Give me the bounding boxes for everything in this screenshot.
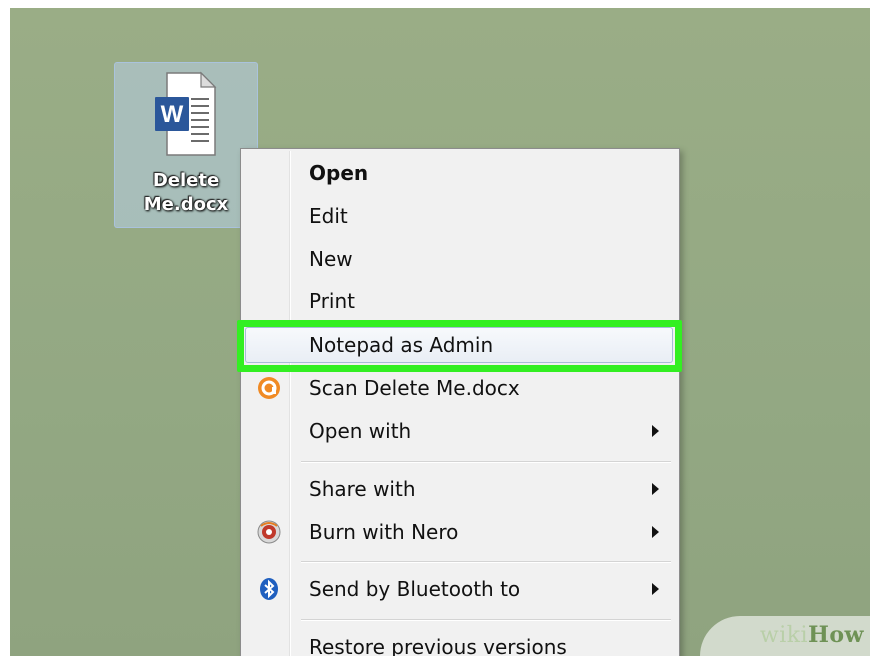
menu-item-edit[interactable]: Edit (243, 196, 677, 236)
menu-separator (301, 619, 671, 621)
menu-item-label: Send by Bluetooth to (309, 577, 521, 601)
menu-item-label: Scan Delete Me.docx (309, 376, 520, 400)
file-name-line-2: Me.docx (143, 194, 229, 215)
menu-item-label: Burn with Nero (309, 520, 459, 544)
wikihow-watermark: wikiHow (700, 616, 870, 656)
menu-item-share-with[interactable]: Share with (243, 469, 677, 509)
watermark-part-how: How (808, 622, 864, 648)
bluetooth-icon (260, 578, 278, 600)
file-name-line-1: Delete (152, 170, 220, 191)
menu-item-scan[interactable]: Scan Delete Me.docx (243, 368, 677, 408)
menu-item-print[interactable]: Print (243, 281, 677, 321)
file-name-label: Delete Me.docx (115, 169, 257, 217)
submenu-arrow-icon (652, 483, 659, 495)
submenu-arrow-icon (652, 583, 659, 595)
menu-item-restore-previous-versions[interactable]: Restore previous versions (243, 627, 677, 656)
menu-item-label: Open with (309, 419, 412, 443)
menu-item-send-by-bluetooth[interactable]: Send by Bluetooth to (243, 569, 677, 609)
menu-item-open-with[interactable]: Open with (243, 411, 677, 451)
menu-item-burn-with-nero[interactable]: Burn with Nero (243, 512, 677, 552)
desktop[interactable]: W Delete Me.docx Open Edit New Print Not… (10, 8, 870, 656)
avast-icon (258, 377, 280, 399)
menu-separator (301, 561, 671, 563)
watermark-text: wikiHow (760, 622, 864, 648)
menu-item-label: Open (309, 161, 369, 185)
nero-icon (257, 520, 281, 544)
menu-item-label: Edit (309, 204, 348, 228)
menu-item-label: Share with (309, 477, 416, 501)
menu-separator (301, 461, 671, 463)
context-menu: Open Edit New Print Notepad as Admin Sca… (240, 148, 680, 656)
menu-item-new[interactable]: New (243, 239, 677, 279)
menu-item-label: New (309, 247, 353, 271)
watermark-part-wiki: wiki (759, 623, 809, 648)
submenu-arrow-icon (652, 526, 659, 538)
desktop-file-delete-me-docx[interactable]: W Delete Me.docx (114, 62, 258, 228)
menu-item-label: Restore previous versions (309, 635, 567, 656)
word-letter: W (161, 101, 184, 128)
menu-item-notepad-as-admin[interactable]: Notepad as Admin (243, 325, 677, 365)
menu-item-label: Print (309, 289, 356, 313)
menu-item-label: Notepad as Admin (309, 333, 494, 357)
menu-item-open[interactable]: Open (243, 153, 677, 193)
word-document-icon: W (155, 71, 217, 156)
submenu-arrow-icon (652, 425, 659, 437)
